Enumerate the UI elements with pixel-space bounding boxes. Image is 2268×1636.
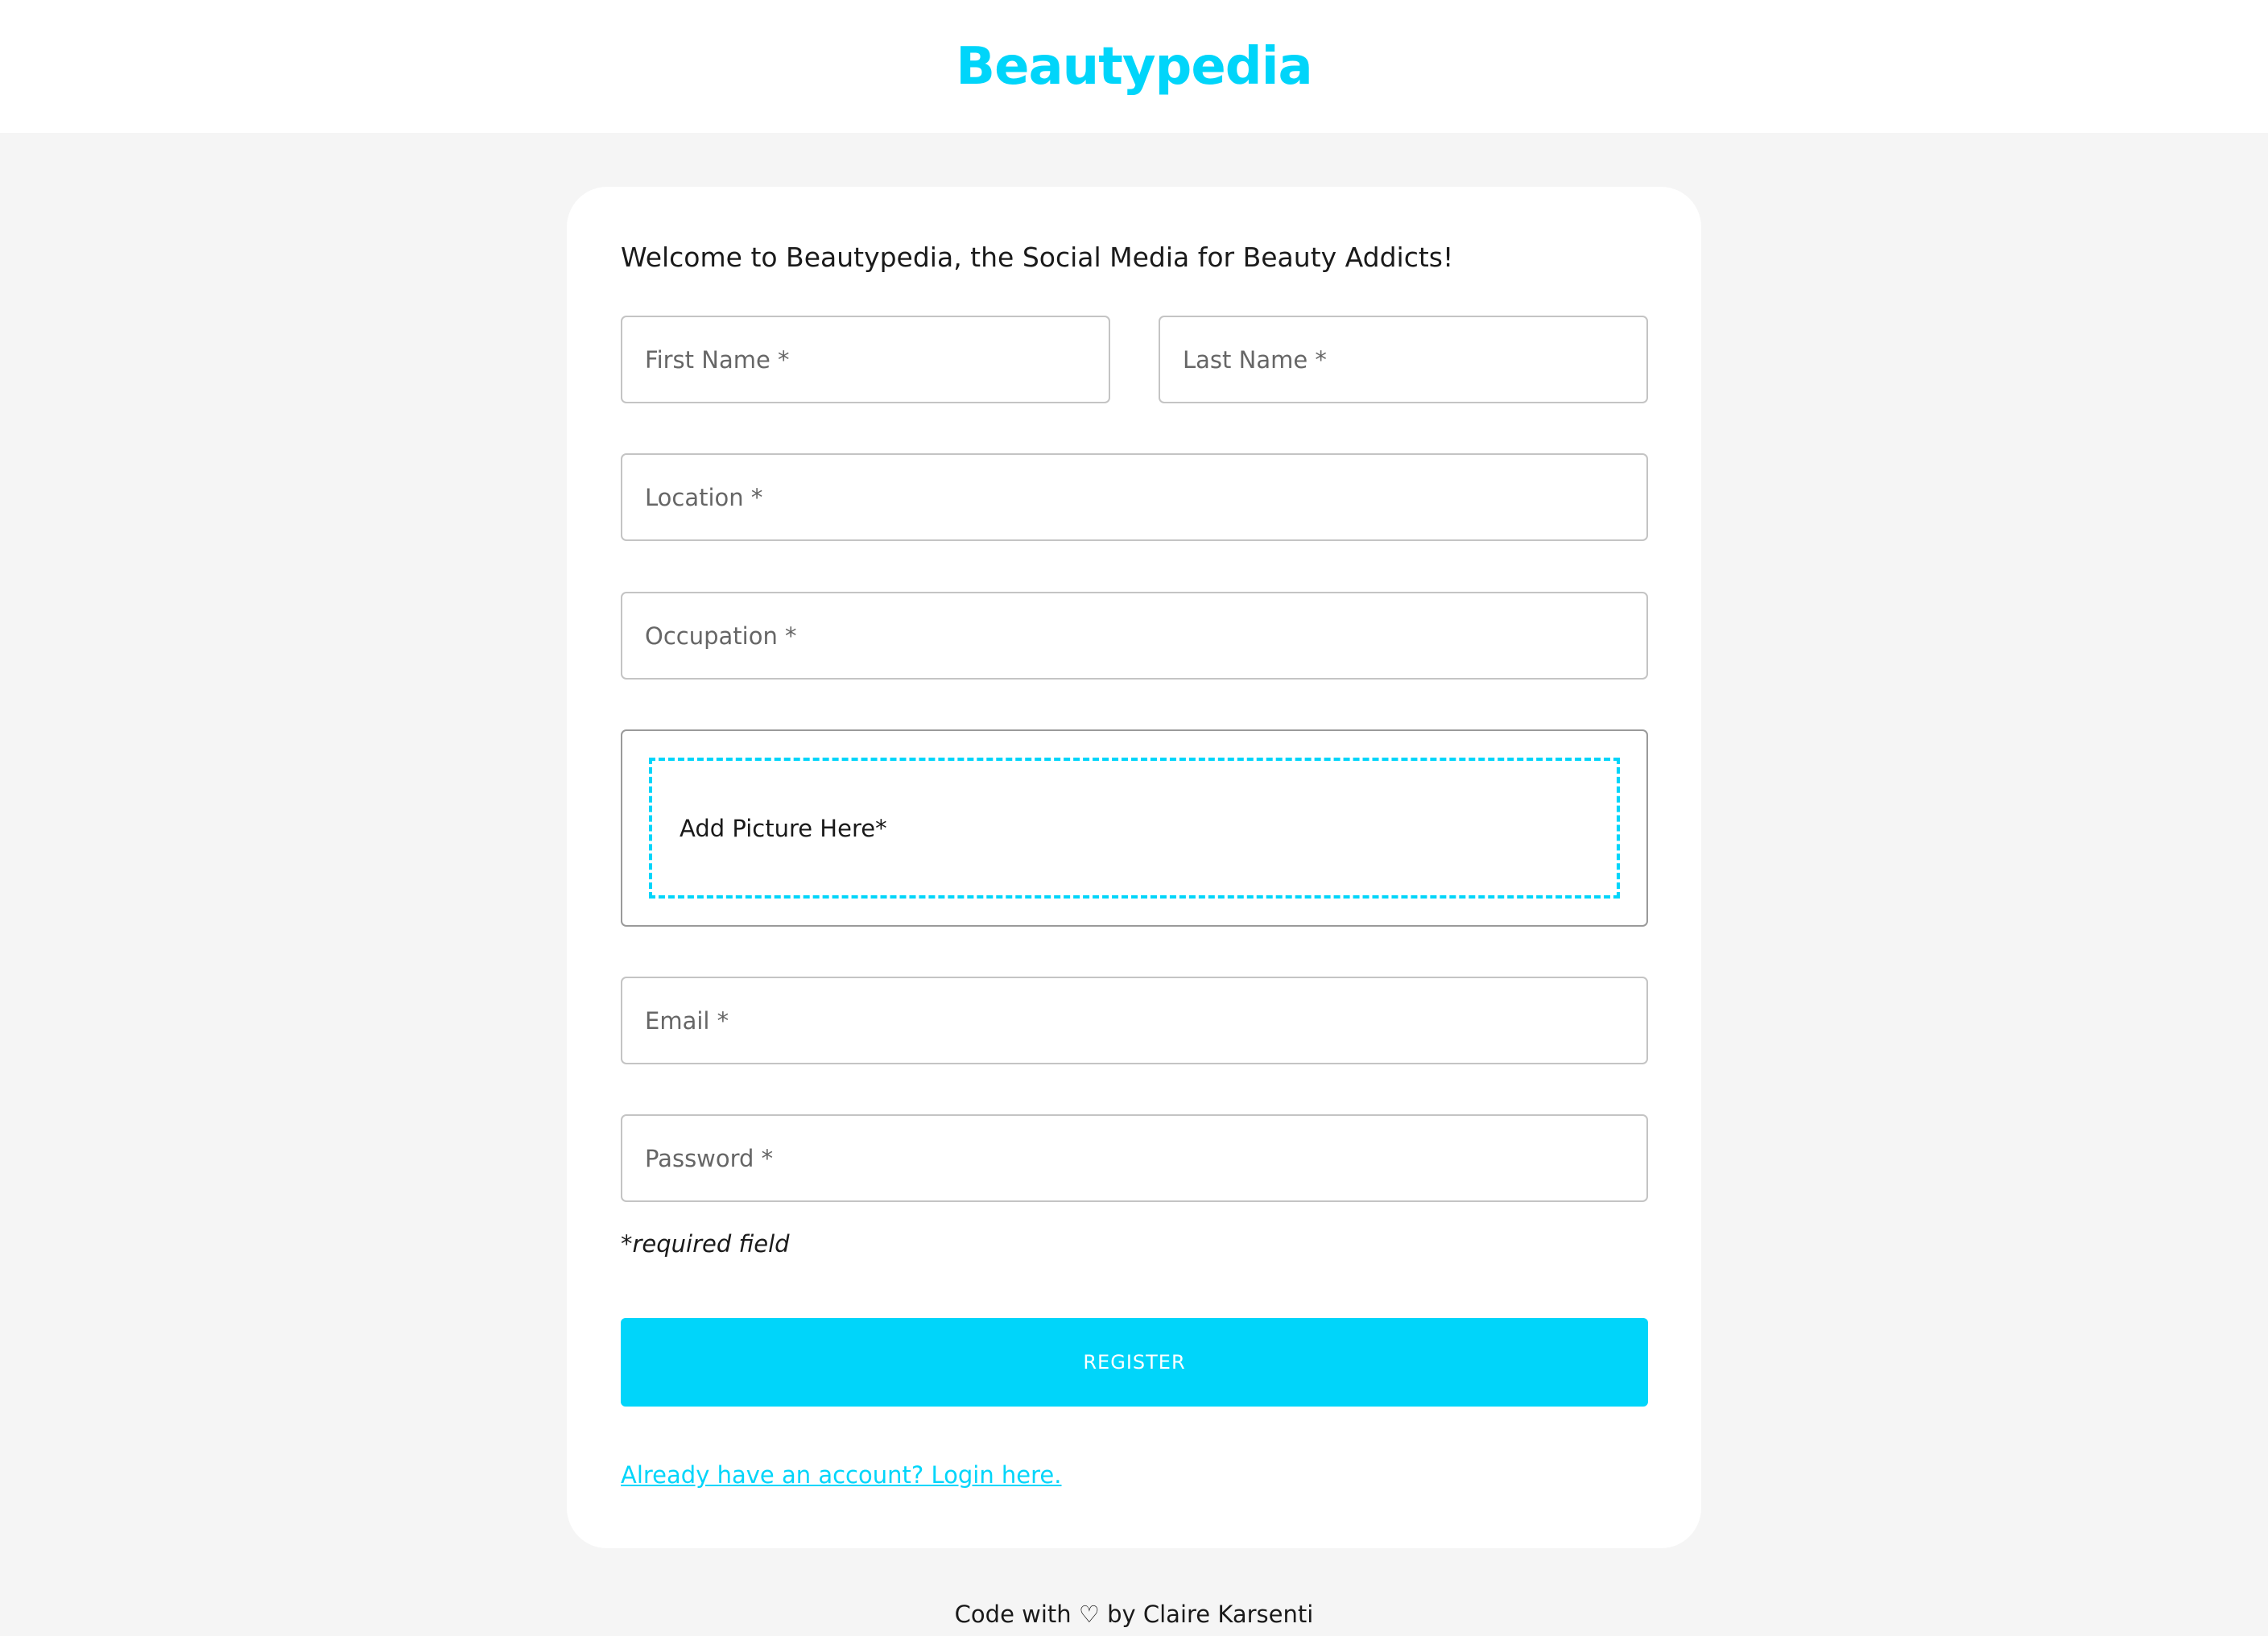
register-button[interactable]: REGISTER [621, 1318, 1648, 1407]
password-input[interactable] [645, 1116, 1646, 1200]
last-name-field[interactable] [1159, 316, 1648, 403]
register-card: Welcome to Beautypedia, the Social Media… [567, 187, 1701, 1548]
location-field[interactable] [621, 453, 1648, 541]
welcome-heading: Welcome to Beautypedia, the Social Media… [621, 242, 1454, 273]
first-name-field[interactable] [621, 316, 1110, 403]
footer-credit: Code with ♡ by Claire Karsenti [954, 1601, 1314, 1628]
login-link[interactable]: Already have an account? Login here. [621, 1461, 1062, 1489]
first-name-input[interactable] [645, 317, 1109, 402]
picture-upload-container: Add Picture Here* [621, 729, 1648, 927]
location-input[interactable] [645, 455, 1646, 539]
password-field[interactable] [621, 1114, 1648, 1202]
email-input[interactable] [645, 978, 1646, 1063]
occupation-input[interactable] [645, 593, 1646, 678]
top-bar: Beautypedia [0, 0, 2268, 133]
occupation-field[interactable] [621, 592, 1648, 680]
brand-logo[interactable]: Beautypedia [956, 37, 1312, 97]
picture-dropzone[interactable]: Add Picture Here* [649, 758, 1620, 899]
picture-dropzone-label: Add Picture Here* [680, 814, 887, 842]
last-name-input[interactable] [1183, 317, 1646, 402]
email-field[interactable] [621, 977, 1648, 1064]
required-field-note: *required field [621, 1230, 790, 1258]
